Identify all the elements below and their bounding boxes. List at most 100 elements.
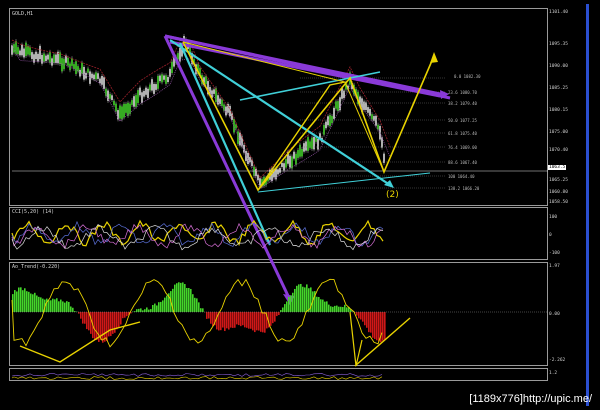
oscillator2-histogram-bar bbox=[220, 312, 222, 331]
oscillator2-histogram-bar bbox=[28, 291, 30, 312]
price-axis-tick: 1080.15 bbox=[549, 108, 568, 113]
candle-body bbox=[153, 83, 155, 94]
candle-body bbox=[221, 99, 223, 107]
price-axis-tick: 1095.35 bbox=[549, 42, 568, 47]
oscillator2-histogram-bar bbox=[110, 312, 112, 337]
oscillator2-histogram-bar bbox=[234, 312, 236, 328]
price-axis[interactable]: 1101.40 1095.35 1090.00 1085.25 1080.15 … bbox=[548, 8, 568, 206]
candle-body bbox=[367, 107, 369, 113]
oscillator2-histogram-bar bbox=[224, 312, 226, 332]
oscillator2-histogram-bar bbox=[20, 287, 22, 312]
oscillator2-histogram-bar bbox=[272, 312, 274, 324]
oscillator2-histogram-bar bbox=[58, 301, 60, 312]
candle-body bbox=[289, 155, 291, 168]
candle-body bbox=[365, 102, 367, 110]
oscillator2-histogram-bar bbox=[62, 301, 64, 312]
candle-body bbox=[137, 90, 139, 103]
oscillator2-histogram-bar bbox=[216, 312, 218, 330]
oscillator2-histogram-bar bbox=[188, 287, 190, 312]
oscillator2-histogram-bar bbox=[108, 312, 110, 337]
oscillator2-histogram-bar bbox=[278, 312, 280, 315]
image-host-footer: [1189x776]http://upic.me/ bbox=[0, 390, 600, 410]
volume-axis: 1.2 bbox=[548, 368, 568, 381]
candle-body bbox=[259, 178, 261, 186]
candle-body bbox=[165, 75, 167, 84]
oscillator2-histogram-bar bbox=[146, 307, 148, 312]
candle-body bbox=[105, 88, 107, 97]
oscillator2-axis-tick: 0.00 bbox=[549, 312, 560, 317]
oscillator2-histogram-bar bbox=[166, 295, 168, 312]
candle-body bbox=[117, 110, 119, 120]
oscillator2-histogram-bar bbox=[60, 299, 62, 312]
oscillator2-histogram-bar bbox=[208, 312, 210, 319]
oscillator2-histogram-bar bbox=[332, 306, 334, 312]
candle-body bbox=[297, 150, 299, 158]
candle-body bbox=[53, 54, 55, 63]
oscillator2-axis-tick: -2.262 bbox=[549, 358, 566, 363]
image-host-url[interactable]: http://upic.me/ bbox=[523, 393, 592, 405]
current-price-tag: 1063.5 bbox=[548, 165, 567, 170]
oscillator2-histogram-bar bbox=[344, 304, 346, 312]
candle-body bbox=[95, 72, 97, 80]
oscillator1-line bbox=[11, 219, 384, 247]
oscillator1-axis: 100 0 -100 bbox=[548, 207, 568, 260]
candle-body bbox=[285, 159, 287, 168]
candle-body bbox=[307, 137, 309, 151]
oscillator2-histogram-bar bbox=[376, 312, 378, 341]
oscillator2-histogram-bar bbox=[24, 288, 26, 312]
candle-body bbox=[155, 84, 157, 90]
oscillator2-histogram-bar bbox=[374, 312, 376, 339]
candle-body bbox=[13, 44, 15, 53]
oscillator2-histogram-bar bbox=[230, 312, 232, 328]
candle-body bbox=[63, 58, 65, 70]
oscillator2-histogram-bar bbox=[36, 295, 38, 312]
oscillator2-histogram-bar bbox=[182, 282, 184, 312]
oscillator2-histogram-bar bbox=[124, 312, 126, 318]
candle-body bbox=[303, 143, 305, 152]
oscillator2-histogram-bar bbox=[358, 312, 360, 319]
candle-body bbox=[29, 47, 31, 56]
candle-body bbox=[169, 68, 171, 77]
oscillator2-histogram-bar bbox=[176, 283, 178, 312]
candle-body bbox=[23, 48, 25, 58]
candle-body bbox=[115, 103, 117, 112]
oscillator2-histogram-bar bbox=[118, 312, 120, 328]
oscillator2-histogram-bar bbox=[198, 302, 200, 312]
oscillator2-histogram-bar bbox=[80, 312, 82, 319]
candle-body bbox=[87, 68, 89, 73]
oscillator2-histogram-bar bbox=[248, 312, 250, 329]
oscillator2-histogram-bar bbox=[252, 312, 254, 331]
oscillator2-label: Ao_Trend(-0.220) bbox=[12, 264, 61, 270]
candle-body bbox=[75, 61, 77, 75]
candle-body bbox=[335, 101, 337, 109]
oscillator2-histogram-bar bbox=[308, 288, 310, 312]
candle-body bbox=[99, 78, 101, 84]
candle-body bbox=[135, 95, 137, 107]
oscillator2-histogram-bar bbox=[154, 303, 156, 312]
oscillator2-histogram-bar bbox=[54, 299, 56, 312]
candle-body bbox=[299, 144, 301, 157]
window-side-bar bbox=[586, 4, 589, 406]
oscillator2-histogram-bar bbox=[242, 312, 244, 326]
candle-body bbox=[51, 58, 53, 66]
candle-body bbox=[177, 53, 179, 60]
candle-body bbox=[49, 51, 51, 63]
oscillator2-histogram-bar bbox=[262, 312, 264, 333]
oscillator2-histogram-bar bbox=[342, 307, 344, 312]
candle-body bbox=[205, 76, 207, 85]
oscillator2-histogram-bar bbox=[306, 284, 308, 312]
oscillator2-histogram-bar bbox=[292, 292, 294, 312]
oscillator2-histogram-bar bbox=[114, 312, 116, 333]
fib-level-label: 50.0 1077.25 bbox=[448, 118, 477, 123]
oscillator2-histogram-bar bbox=[246, 312, 248, 328]
oscillator2-histogram-bar bbox=[68, 301, 70, 312]
purple-trendline bbox=[163, 35, 292, 301]
candle-body bbox=[61, 58, 63, 72]
candle-body bbox=[333, 107, 335, 119]
oscillator2-histogram-bar bbox=[184, 284, 186, 312]
oscillator2-histogram-bar bbox=[26, 291, 28, 312]
oscillator2-histogram-bar bbox=[240, 312, 242, 327]
candle-body bbox=[325, 121, 327, 129]
oscillator2-histogram-bar bbox=[164, 297, 166, 312]
oscillator2-histogram-bar bbox=[112, 312, 114, 334]
